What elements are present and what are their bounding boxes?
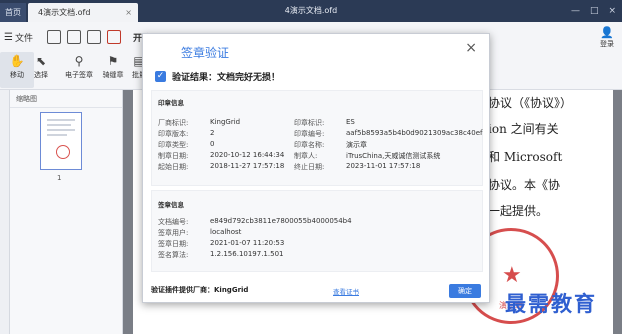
page-thumbnail[interactable] (40, 112, 82, 170)
seal-info-field: 厂商标识: KingGrid (158, 118, 241, 127)
signature-verify-dialog: 签章验证 × ✓ 验证结果：文档完好无损！ 印章信息 厂商标识: KingGrid… (142, 33, 490, 303)
page-text-line: 协议。本《协 (488, 178, 561, 192)
seal-info-field: 起始日期: 2018-11-27 17:57:18 (158, 162, 285, 171)
window-title: 4演示文档.ofd (284, 6, 338, 15)
seal-icon: ⚲ (74, 54, 84, 68)
thumbnail-panel: 缩略图 1 (10, 90, 123, 334)
tool-move-label: 移动 (10, 71, 24, 79)
thumb-line (47, 119, 75, 121)
user-login[interactable]: 👤 登录 (600, 26, 614, 49)
thumb-stamp-icon (56, 145, 70, 159)
dialog-title: 签章验证 (181, 46, 230, 60)
view-certificate-link[interactable]: 查看证书 (333, 286, 359, 296)
ok-button[interactable]: 确定 (449, 284, 481, 298)
provider-label: 验证插件提供厂商：KingGrid (151, 286, 249, 294)
save-icon[interactable] (66, 30, 81, 44)
minimize-button[interactable]: — (571, 6, 580, 16)
seal-info-field: 印章名称: 演示章 (294, 141, 367, 149)
page-text-line: 和 Microsoft (488, 150, 563, 164)
seal-info-title: 印章信息 (158, 99, 184, 107)
stamp-star-icon: ★ (502, 263, 522, 288)
open-folder-icon[interactable] (46, 30, 61, 44)
seal-info-field: 印章编号: aaf5b8593a5b4b0d9021309ac38c40ef (294, 129, 483, 138)
watermark: 最需教育 (505, 291, 597, 316)
seal-info-field: 终止日期: 2023-11-01 17:57:18 (294, 162, 421, 171)
seal-info-field: 制章日期: 2020-10-12 16:44:34 (158, 151, 285, 160)
sign-info-field: 签名算法: 1.2.156.10197.1.501 (158, 250, 284, 259)
thumbnail-header: 缩略图 (10, 90, 122, 108)
verify-result-text: 验证结果：文档完好无损！ (172, 73, 281, 83)
sign-info-title: 签章信息 (158, 201, 184, 209)
left-rail (0, 90, 10, 334)
seal-info-field: 印章类型: 0 (158, 140, 215, 149)
tool-e-seal-label: 电子签章 (65, 71, 93, 79)
user-login-label: 登录 (600, 40, 614, 48)
sign-info-field: 签章日期: 2021-01-07 11:20:53 (158, 239, 285, 248)
page-text-line: 协议（《协议》） (488, 96, 573, 110)
sign-info-field: 文档编号: e849d792cb3811e7800055b4000054b4 (158, 217, 352, 226)
tool-e-seal[interactable]: ⚲ 电子签章 (62, 52, 96, 80)
print-icon[interactable] (86, 30, 101, 44)
user-icon: 👤 (600, 26, 614, 39)
select-arrow-icon: ⬉ (35, 54, 47, 68)
seal-info-section: 印章信息 厂商标识: KingGrid 印章标识: ES 印章版本: 2 印章编号: a… (151, 90, 483, 186)
thumb-line (47, 134, 67, 136)
close-window-button[interactable]: × (608, 6, 616, 16)
seal-info-field: 制章人: iTrusChina,天威诚信测试系统 (294, 152, 441, 160)
thumb-line (47, 124, 71, 126)
maximize-button[interactable]: □ (590, 6, 599, 16)
check-icon: ✓ (155, 71, 166, 82)
verify-result-row: ✓ 验证结果：文档完好无损！ (155, 70, 280, 83)
title-bar: 首页 4演示文档.ofd × 4演示文档.ofd — □ × (0, 0, 622, 22)
seal-info-field: 印章标识: ES (294, 118, 355, 127)
dialog-close-icon[interactable]: × (465, 40, 477, 56)
page-text-line: 一起提供。 (488, 204, 549, 218)
window-controls: — □ × (571, 0, 616, 22)
sign-info-field: 签章用户: localhost (158, 228, 242, 237)
menu-file[interactable]: 文件 (15, 31, 33, 44)
thumb-line (47, 129, 75, 131)
seal-info-field: 印章版本: 2 (158, 129, 215, 138)
export-icon[interactable] (106, 30, 121, 44)
page-text-line: ion 之间有关 (488, 122, 559, 136)
sign-info-section: 签章信息 文档编号: e849d792cb3811e7800055b4000054… (151, 190, 483, 272)
tool-select-label: 选择 (34, 71, 48, 79)
thumbnail-page-number: 1 (57, 174, 62, 182)
tool-select[interactable]: ⬉ 选择 (24, 52, 58, 80)
menu-hamburger-icon[interactable]: ☰ (4, 32, 13, 43)
tool-seam-seal-label: 骑缝章 (102, 71, 124, 79)
